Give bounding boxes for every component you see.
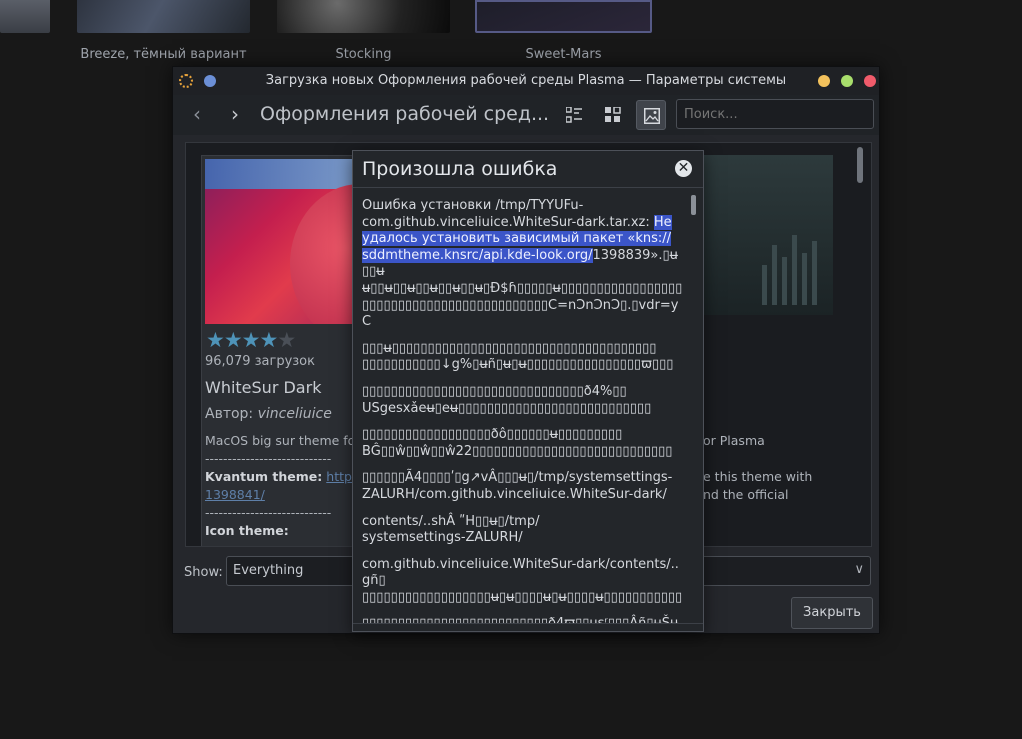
close-button[interactable]: Закрыть bbox=[791, 597, 873, 629]
forward-icon[interactable]: › bbox=[231, 104, 239, 124]
error-dialog: Произошла ошибка ✕ Ошибка установки /tmp… bbox=[352, 150, 704, 632]
selected-text: sddmtheme.knsrc/api.kde-look.org/ bbox=[362, 247, 593, 263]
theme-card-whitesur[interactable]: ★★★★★ 96,079 загрузок WhiteSur Dark Авто… bbox=[201, 155, 362, 546]
selected-text: удалось установить зависимый пакет «kns:… bbox=[362, 231, 672, 247]
titlebar: Загрузка новых Оформления рабочей среды … bbox=[173, 67, 879, 95]
error-line: USgesxǎeʉ▯eʉ▯▯▯▯▯▯▯▯▯▯▯▯▯▯▯▯▯▯▯▯▯▯▯▯▯▯▯ bbox=[362, 400, 652, 416]
theme-thumbnail[interactable] bbox=[0, 0, 50, 33]
error-line: ▯▯▯▯▯▯▯▯▯▯▯↓g%▯ʉñ▯ʉ▯ʉ▯▯▯▯▯▯▯▯▯▯▯▯▯▯▯▯ϖ▯▯… bbox=[362, 357, 674, 373]
back-icon[interactable]: ‹ bbox=[193, 104, 201, 124]
error-line: ▯▯▯▯▯▯▯▯▯▯▯▯▯▯▯▯▯▯ðô▯▯▯▯▯▯ʉ▯▯▯▯▯▯▯▯▯ bbox=[362, 427, 623, 443]
theme-label-breeze-dark: Breeze, тёмный вариант bbox=[80, 47, 247, 62]
toolbar: ‹ › Оформления рабочей сред... bbox=[173, 95, 879, 135]
theme-preview-image-2[interactable] bbox=[702, 155, 833, 315]
close-icon[interactable]: ✕ bbox=[675, 160, 692, 177]
error-line: ▯▯▯▯▯▯Ã4▯▯▯▯ʹ▯g↗vÂ▯▯▯ʉ▯/tmp/systemsettin… bbox=[362, 470, 673, 486]
page-title: Оформления рабочей сред... bbox=[260, 103, 550, 125]
theme-thumbnail-sweet-mars[interactable] bbox=[475, 0, 652, 33]
error-line: BĜ▯▯ŵ▯▯ŵ▯▯ŵ22▯▯▯▯▯▯▯▯▯▯▯▯▯▯▯▯▯▯▯▯▯▯▯▯▯▯▯… bbox=[362, 443, 673, 459]
tiles-view-button[interactable] bbox=[598, 100, 628, 130]
theme-thumbnail-stocking[interactable] bbox=[277, 0, 450, 33]
show-label: Show: bbox=[184, 565, 223, 580]
theme-description-2: or Plasma bbox=[703, 433, 765, 448]
search-input[interactable] bbox=[676, 99, 874, 129]
error-line: ▯▯▯ʉ▯▯▯▯▯▯▯▯▯▯▯▯▯▯▯▯▯▯▯▯▯▯▯▯▯▯▯▯▯▯▯▯▯▯▯▯… bbox=[362, 340, 657, 356]
author-name: vinceliuice bbox=[257, 406, 332, 422]
chevron-down-icon: ∨ bbox=[854, 562, 864, 577]
tiles-view-icon bbox=[605, 107, 621, 122]
kvantum-link-cont[interactable]: 1398841/ bbox=[205, 486, 362, 504]
dialog-title: Произошла ошибка bbox=[362, 158, 558, 180]
maximize-button[interactable] bbox=[841, 75, 853, 87]
minimize-button[interactable] bbox=[818, 75, 830, 87]
divider bbox=[353, 623, 703, 624]
list-view-icon bbox=[566, 107, 582, 123]
theme-author: Автор: vinceliuice bbox=[205, 406, 332, 422]
show-filter-value: Everything bbox=[233, 563, 304, 578]
preview-view-button[interactable] bbox=[636, 100, 666, 130]
error-line: systemsettings-ZALURH/ bbox=[362, 530, 523, 546]
theme-label-sweet-mars: Sweet-Mars bbox=[525, 47, 602, 62]
dialog-scrollbar[interactable] bbox=[691, 195, 696, 215]
rating-stars: ★★★★★ bbox=[206, 328, 296, 352]
error-line: contents/..shÂ ʺH▯▯ʉ▯/tmp/ bbox=[362, 513, 540, 529]
error-line: ʉ▯▯ʉ▯▯ʉ▯▯ʉ▯▯ʉ▯▯ʉ▯Ɖ$ɦ▯▯▯▯▯ʉ▯▯▯▯▯▯▯▯▯▯▯▯▯▯… bbox=[362, 280, 683, 296]
window-title: Загрузка новых Оформления рабочей среды … bbox=[265, 73, 787, 88]
list-view-button[interactable] bbox=[559, 100, 589, 130]
error-line: ▯▯▯▯▯▯▯▯▯▯▯▯▯▯▯▯▯▯ʉ▯ʉ▯▯▯▯ʉ▯ʉ▯▯▯▯ʉ▯▯▯▯▯▯▯… bbox=[362, 589, 683, 605]
desc-line: MacOS big sur theme fo bbox=[205, 433, 356, 448]
error-line: com.github.vinceliuice.WhiteSur-dark.tar… bbox=[362, 214, 654, 230]
error-line: ▯▯▯▯▯▯▯▯▯▯▯▯▯▯▯▯▯▯▯▯▯▯▯▯▯▯▯▯▯▯▯ð4%▯▯ bbox=[362, 383, 627, 399]
error-line: ▯▯▯▯▯▯▯▯▯▯▯▯▯▯▯▯▯▯▯▯▯▯▯▯▯▯C=nƆnƆnƆ▯.▯vdr… bbox=[362, 297, 679, 330]
divider bbox=[353, 187, 703, 188]
theme-thumbnail-breeze-dark[interactable] bbox=[77, 0, 250, 33]
desc-divider: ---------------------------- bbox=[205, 505, 332, 520]
theme-label-stocking: Stocking bbox=[335, 47, 392, 62]
desc-divider: ---------------------------- bbox=[205, 451, 332, 466]
grid-scrollbar[interactable] bbox=[857, 147, 863, 183]
selected-text: Не bbox=[653, 214, 672, 230]
download-count: 96,079 загрузок bbox=[205, 354, 315, 369]
close-window-button[interactable] bbox=[864, 75, 876, 87]
kvantum-label: Kvantum theme: bbox=[205, 469, 323, 484]
theme-preview-image[interactable] bbox=[205, 159, 357, 324]
theme-description-2: nd the official bbox=[703, 487, 789, 502]
author-label: Автор: bbox=[205, 406, 254, 422]
error-message: Ошибка установки /tmp/TYYUFu- com.github… bbox=[362, 198, 684, 623]
theme-description-2: e this theme with bbox=[703, 469, 813, 484]
theme-description: MacOS big sur theme fo -----------------… bbox=[205, 432, 362, 540]
error-line: ZALURH/com.github.vinceliuice.WhiteSur-d… bbox=[362, 486, 667, 502]
preview-view-icon bbox=[644, 108, 660, 124]
error-line: Ошибка установки /tmp/TYYUFu- bbox=[362, 198, 584, 213]
icon-theme-label: Icon theme: bbox=[205, 523, 289, 538]
theme-name: WhiteSur Dark bbox=[205, 378, 322, 397]
error-line: com.github.vinceliuice.WhiteSur-dark/con… bbox=[362, 556, 679, 589]
